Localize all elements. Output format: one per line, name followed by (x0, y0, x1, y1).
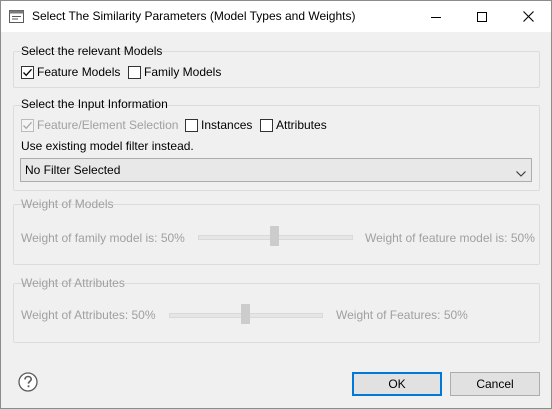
filter-select-value: No Filter Selected (25, 163, 121, 177)
cancel-button[interactable]: Cancel (450, 372, 540, 396)
filter-hint-text: Use existing model filter instead. (21, 139, 194, 153)
feature-models-checkbox[interactable] (21, 66, 34, 79)
input-group-title: Select the Input Information (21, 97, 168, 111)
filter-select[interactable]: No Filter Selected (20, 158, 532, 182)
minimize-button[interactable] (413, 1, 459, 32)
dialog-window: Select The Similarity Parameters (Model … (0, 0, 552, 409)
weight-features-label: Weight of Features: 50% (336, 308, 468, 322)
minimize-icon (431, 16, 441, 18)
weight-attributes-slider-thumb (241, 304, 250, 324)
app-icon (9, 9, 24, 24)
chevron-down-icon (516, 166, 526, 180)
weight-models-group-title: Weight of Models (21, 197, 114, 211)
family-models-label[interactable]: Family Models (144, 65, 221, 79)
weight-attributes-label: Weight of Attributes: 50% (21, 308, 156, 322)
checkmark-icon (23, 121, 32, 130)
help-icon[interactable] (18, 372, 38, 392)
title-bar: Select The Similarity Parameters (Model … (1, 1, 551, 32)
maximize-icon (477, 11, 487, 22)
feature-models-label[interactable]: Feature Models (37, 65, 120, 79)
close-button[interactable] (505, 1, 551, 32)
weight-attributes-group-title: Weight of Attributes (21, 276, 125, 290)
instances-label[interactable]: Instances (201, 118, 252, 132)
weight-family-model-label: Weight of family model is: 50% (21, 231, 185, 245)
close-icon (522, 11, 534, 22)
window-title: Select The Similarity Parameters (Model … (32, 9, 356, 23)
maximize-button[interactable] (459, 1, 505, 32)
instances-checkbox[interactable] (185, 119, 198, 132)
family-models-checkbox[interactable] (128, 66, 141, 79)
feature-element-selection-label: Feature/Element Selection (37, 118, 179, 132)
attributes-checkbox[interactable] (260, 119, 273, 132)
checkmark-icon (23, 68, 32, 77)
feature-element-selection-checkbox (21, 119, 34, 132)
weight-models-slider-thumb (270, 226, 279, 246)
models-group-title: Select the relevant Models (21, 44, 163, 58)
weight-feature-model-label: Weight of feature model is: 50% (365, 231, 535, 245)
attributes-label[interactable]: Attributes (276, 118, 327, 132)
ok-button[interactable]: OK (352, 372, 442, 396)
